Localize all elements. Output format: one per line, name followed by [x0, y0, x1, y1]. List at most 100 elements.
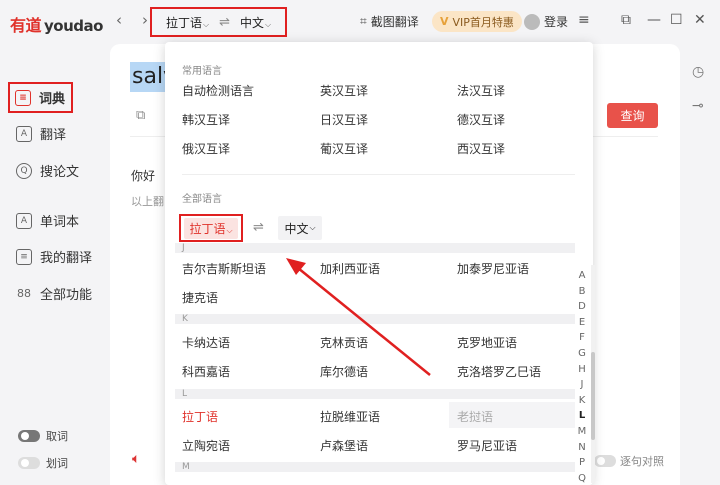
lang-option[interactable]: 库尔德语 — [320, 363, 368, 380]
wordbook-icon: A — [16, 212, 32, 229]
sidebar-item-all-features[interactable]: 88 全部功能 — [16, 284, 92, 303]
language-selector[interactable]: 拉丁语⌵ ⇌ 中文⌵ — [150, 7, 287, 37]
lang-option[interactable]: 加利西亚语 — [320, 260, 380, 277]
youdao-logo: 有道 youdao — [10, 12, 103, 36]
target-language-label: 中文 — [240, 15, 265, 30]
alpha-letter[interactable]: G — [576, 346, 588, 362]
lang-option[interactable]: 罗马尼亚语 — [457, 437, 517, 454]
source-language-dropdown[interactable]: 拉丁语⌵ — [166, 14, 209, 31]
lang-option[interactable]: 吉尔吉斯斯坦语 — [182, 260, 266, 277]
group-header-k: K — [175, 314, 575, 324]
bilingual-label: 逐句对照 — [620, 455, 664, 468]
back-button[interactable]: ‹ — [116, 11, 122, 29]
lang-option[interactable]: 克罗地亚语 — [457, 334, 517, 351]
word-capture-toggle[interactable]: 取词 — [18, 428, 68, 444]
all-features-icon: 88 — [17, 287, 31, 300]
alpha-letter[interactable]: A — [576, 268, 588, 284]
screenshot-translate-button[interactable]: ⌗ 截图翻译 — [360, 13, 419, 30]
login-label: 登录 — [544, 15, 569, 29]
target-language-dropdown[interactable]: 中文⌵ — [240, 14, 271, 31]
result-note: 以上翻 — [131, 195, 164, 208]
sidebar-item-label: 我的翻译 — [40, 251, 93, 266]
lang-option[interactable]: 卡纳达语 — [182, 334, 230, 351]
lang-option[interactable]: 加泰罗尼亚语 — [457, 260, 529, 277]
swap-languages-icon[interactable]: ⇌ — [219, 15, 230, 30]
menu-icon[interactable]: ≡ — [578, 12, 590, 28]
alpha-letter[interactable]: E — [576, 315, 588, 331]
lang-option[interactable]: 俄汉互译 — [182, 140, 230, 157]
bilingual-toggle[interactable]: 逐句对照 — [594, 453, 664, 469]
translate-icon: A — [16, 125, 32, 142]
minimize-button[interactable]: — — [647, 12, 661, 28]
alpha-letter[interactable]: H — [576, 362, 588, 378]
alpha-letter[interactable]: F — [576, 330, 588, 346]
close-button[interactable]: ✕ — [694, 12, 706, 28]
alpha-letter[interactable]: J — [576, 377, 588, 393]
alpha-letter[interactable]: Q — [576, 471, 588, 485]
sidebar-item-label: 全部功能 — [40, 288, 93, 303]
title-bar: 有道 youdao ‹ › 拉丁语⌵ ⇌ 中文⌵ ⌗ 截图翻译 V VIP首月特惠… — [0, 0, 720, 44]
swap-languages-icon[interactable]: ⇌ — [253, 220, 264, 235]
source-language-label: 拉丁语 — [166, 15, 203, 30]
lang-option[interactable]: 德汉互译 — [457, 111, 505, 128]
alpha-letter[interactable]: N — [576, 440, 588, 456]
language-dropdown-panel: 常用语言 自动检测语言 英汉互译 法汉互译 韩汉互译 日汉互译 德汉互译 俄汉互… — [165, 42, 593, 485]
lang-option[interactable]: 自动检测语言 — [182, 82, 254, 99]
divider — [182, 174, 575, 175]
vip-promo-button[interactable]: V VIP首月特惠 — [432, 11, 522, 32]
lang-option[interactable]: 克林贡语 — [320, 334, 368, 351]
all-languages-heading: 全部语言 — [182, 194, 222, 205]
sidebar-item-translate[interactable]: A 翻译 — [16, 124, 66, 143]
search-button[interactable]: 查询 — [607, 103, 658, 128]
lang-option-selected[interactable]: 拉丁语 — [182, 408, 218, 425]
alpha-letter[interactable]: K — [576, 393, 588, 409]
chevron-down-icon: ⌵ — [265, 19, 272, 29]
sidebar-item-label: 搜论文 — [40, 165, 80, 180]
lang-option[interactable]: 科西嘉语 — [182, 363, 230, 380]
restore-window-icon[interactable]: ⧉ — [621, 12, 631, 28]
alpha-letter[interactable]: P — [576, 455, 588, 471]
forward-button[interactable]: › — [142, 11, 148, 29]
sidebar-item-wordbook[interactable]: A 单词本 — [16, 211, 79, 230]
login-button[interactable]: 登录 — [524, 13, 568, 30]
lang-option[interactable]: 法汉互译 — [457, 82, 505, 99]
sidebar-item-dictionary[interactable]: ≡ 词典 — [8, 82, 74, 113]
lang-option[interactable]: 葡汉互译 — [320, 140, 368, 157]
maximize-button[interactable]: ☐ — [670, 12, 683, 28]
word-select-toggle[interactable]: 划词 — [18, 455, 68, 471]
source-language-dropdown[interactable]: 拉丁语⌵ — [179, 214, 243, 242]
vip-label: VIP首月特惠 — [452, 15, 514, 29]
query-input[interactable]: salv — [130, 62, 170, 92]
lang-option[interactable]: 立陶宛语 — [182, 437, 230, 454]
alpha-letter[interactable]: M — [576, 424, 588, 440]
toggle-switch[interactable] — [18, 430, 40, 442]
lang-option[interactable]: 日汉互译 — [320, 111, 368, 128]
scrollbar-thumb[interactable] — [591, 352, 595, 440]
lang-option-disabled[interactable]: 老挝语 — [457, 408, 493, 425]
my-translation-icon: ≡ — [16, 248, 32, 265]
lang-option[interactable]: 卢森堡语 — [320, 437, 368, 454]
alphabet-index[interactable]: A B D E F G H J K L M N P Q — [576, 268, 588, 485]
toggle-switch[interactable] — [594, 455, 616, 467]
alpha-letter[interactable]: B — [576, 284, 588, 300]
lang-option[interactable]: 韩汉互译 — [182, 111, 230, 128]
logo-cn: 有道 — [10, 16, 42, 35]
paper-search-icon: Q — [16, 162, 32, 179]
sidebar-item-my-translation[interactable]: ≡ 我的翻译 — [16, 247, 92, 266]
crop-icon: ⌗ — [360, 14, 367, 28]
lang-option[interactable]: 捷克语 — [182, 289, 218, 306]
lang-option[interactable]: 拉脱维亚语 — [320, 408, 380, 425]
pin-icon[interactable]: ⊸ — [692, 98, 704, 114]
target-language-dropdown[interactable]: 中文⌵ — [278, 216, 322, 240]
lang-option[interactable]: 英汉互译 — [320, 82, 368, 99]
lang-option[interactable]: 西汉互译 — [457, 140, 505, 157]
copy-icon[interactable]: ⧉ — [136, 108, 145, 123]
history-icon[interactable]: ◷ — [692, 64, 704, 80]
alpha-letter[interactable]: D — [576, 299, 588, 315]
toggle-switch[interactable] — [18, 457, 40, 469]
speaker-icon[interactable]: 🔈︎ — [132, 451, 140, 467]
lang-option[interactable]: 克洛塔罗乙巳语 — [457, 363, 541, 380]
alpha-letter-current[interactable]: L — [576, 408, 588, 424]
sidebar-item-paper-search[interactable]: Q 搜论文 — [16, 161, 79, 180]
chevron-down-icon: ⌵ — [309, 223, 316, 232]
